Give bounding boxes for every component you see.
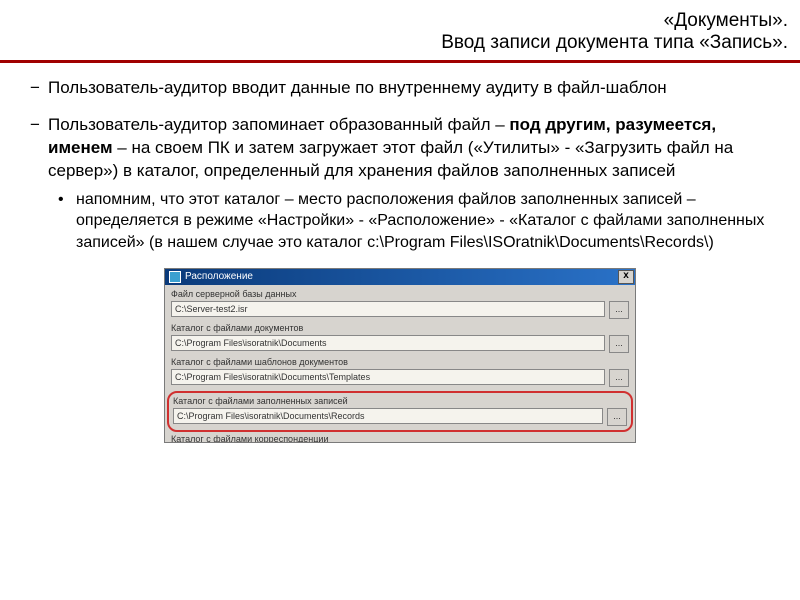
app-icon	[169, 271, 181, 283]
group-documents: Каталог с файлами документов C:\Program …	[171, 323, 629, 353]
dialog-title: Расположение	[185, 271, 253, 282]
browse-button[interactable]: ...	[607, 408, 627, 426]
sub-list: напомним, что этот каталог – место распо…	[48, 189, 770, 254]
group-label: Каталог с файлами документов	[171, 323, 629, 333]
group-label: Каталог с файлами заполненных записей	[173, 396, 627, 406]
browse-button[interactable]: ...	[609, 301, 629, 319]
titlebar: Расположение x	[165, 269, 635, 285]
list-item-text: Пользователь-аудитор вводит данные по вн…	[48, 78, 667, 97]
records-path-input[interactable]: C:\Program Files\isoratnik\Documents\Rec…	[173, 408, 603, 424]
records-highlight: Каталог с файлами заполненных записей C:…	[167, 391, 633, 432]
group-server-db: Файл серверной базы данных C:\Server-tes…	[171, 289, 629, 319]
group-label: Каталог с файлами корреспонденции	[171, 434, 629, 442]
sub-list-item-text: напомним, что этот каталог – место распо…	[76, 191, 764, 251]
documents-path-input[interactable]: C:\Program Files\isoratnik\Documents	[171, 335, 605, 351]
main-list: Пользователь-аудитор вводит данные по вн…	[30, 77, 770, 254]
list-item-text-post: – на своем ПК и затем загружает этот фай…	[48, 138, 733, 180]
templates-path-input[interactable]: C:\Program Files\isoratnik\Documents\Tem…	[171, 369, 605, 385]
group-templates: Каталог с файлами шаблонов документов C:…	[171, 357, 629, 387]
header-line-1: «Документы».	[10, 10, 788, 32]
content-area: Пользователь-аудитор вводит данные по вн…	[0, 77, 800, 443]
slide-header: «Документы». Ввод записи документа типа …	[0, 0, 800, 60]
group-label: Каталог с файлами шаблонов документов	[171, 357, 629, 367]
server-db-path-input[interactable]: C:\Server-test2.isr	[171, 301, 605, 317]
list-item: Пользователь-аудитор вводит данные по вн…	[48, 77, 770, 100]
list-item: Пользователь-аудитор запоминает образова…	[48, 114, 770, 254]
group-label: Файл серверной базы данных	[171, 289, 629, 299]
list-item-text-pre: Пользователь-аудитор запоминает образова…	[48, 115, 509, 134]
sub-list-item: напомним, что этот каталог – место распо…	[76, 189, 770, 254]
browse-button[interactable]: ...	[609, 369, 629, 387]
close-button[interactable]: x	[618, 270, 634, 284]
browse-button[interactable]: ...	[609, 335, 629, 353]
group-correspondence-cut: Каталог с файлами корреспонденции	[171, 434, 629, 442]
divider	[0, 60, 800, 63]
header-line-2: Ввод записи документа типа «Запись».	[10, 32, 788, 54]
location-dialog: Расположение x Файл серверной базы данны…	[164, 268, 636, 443]
